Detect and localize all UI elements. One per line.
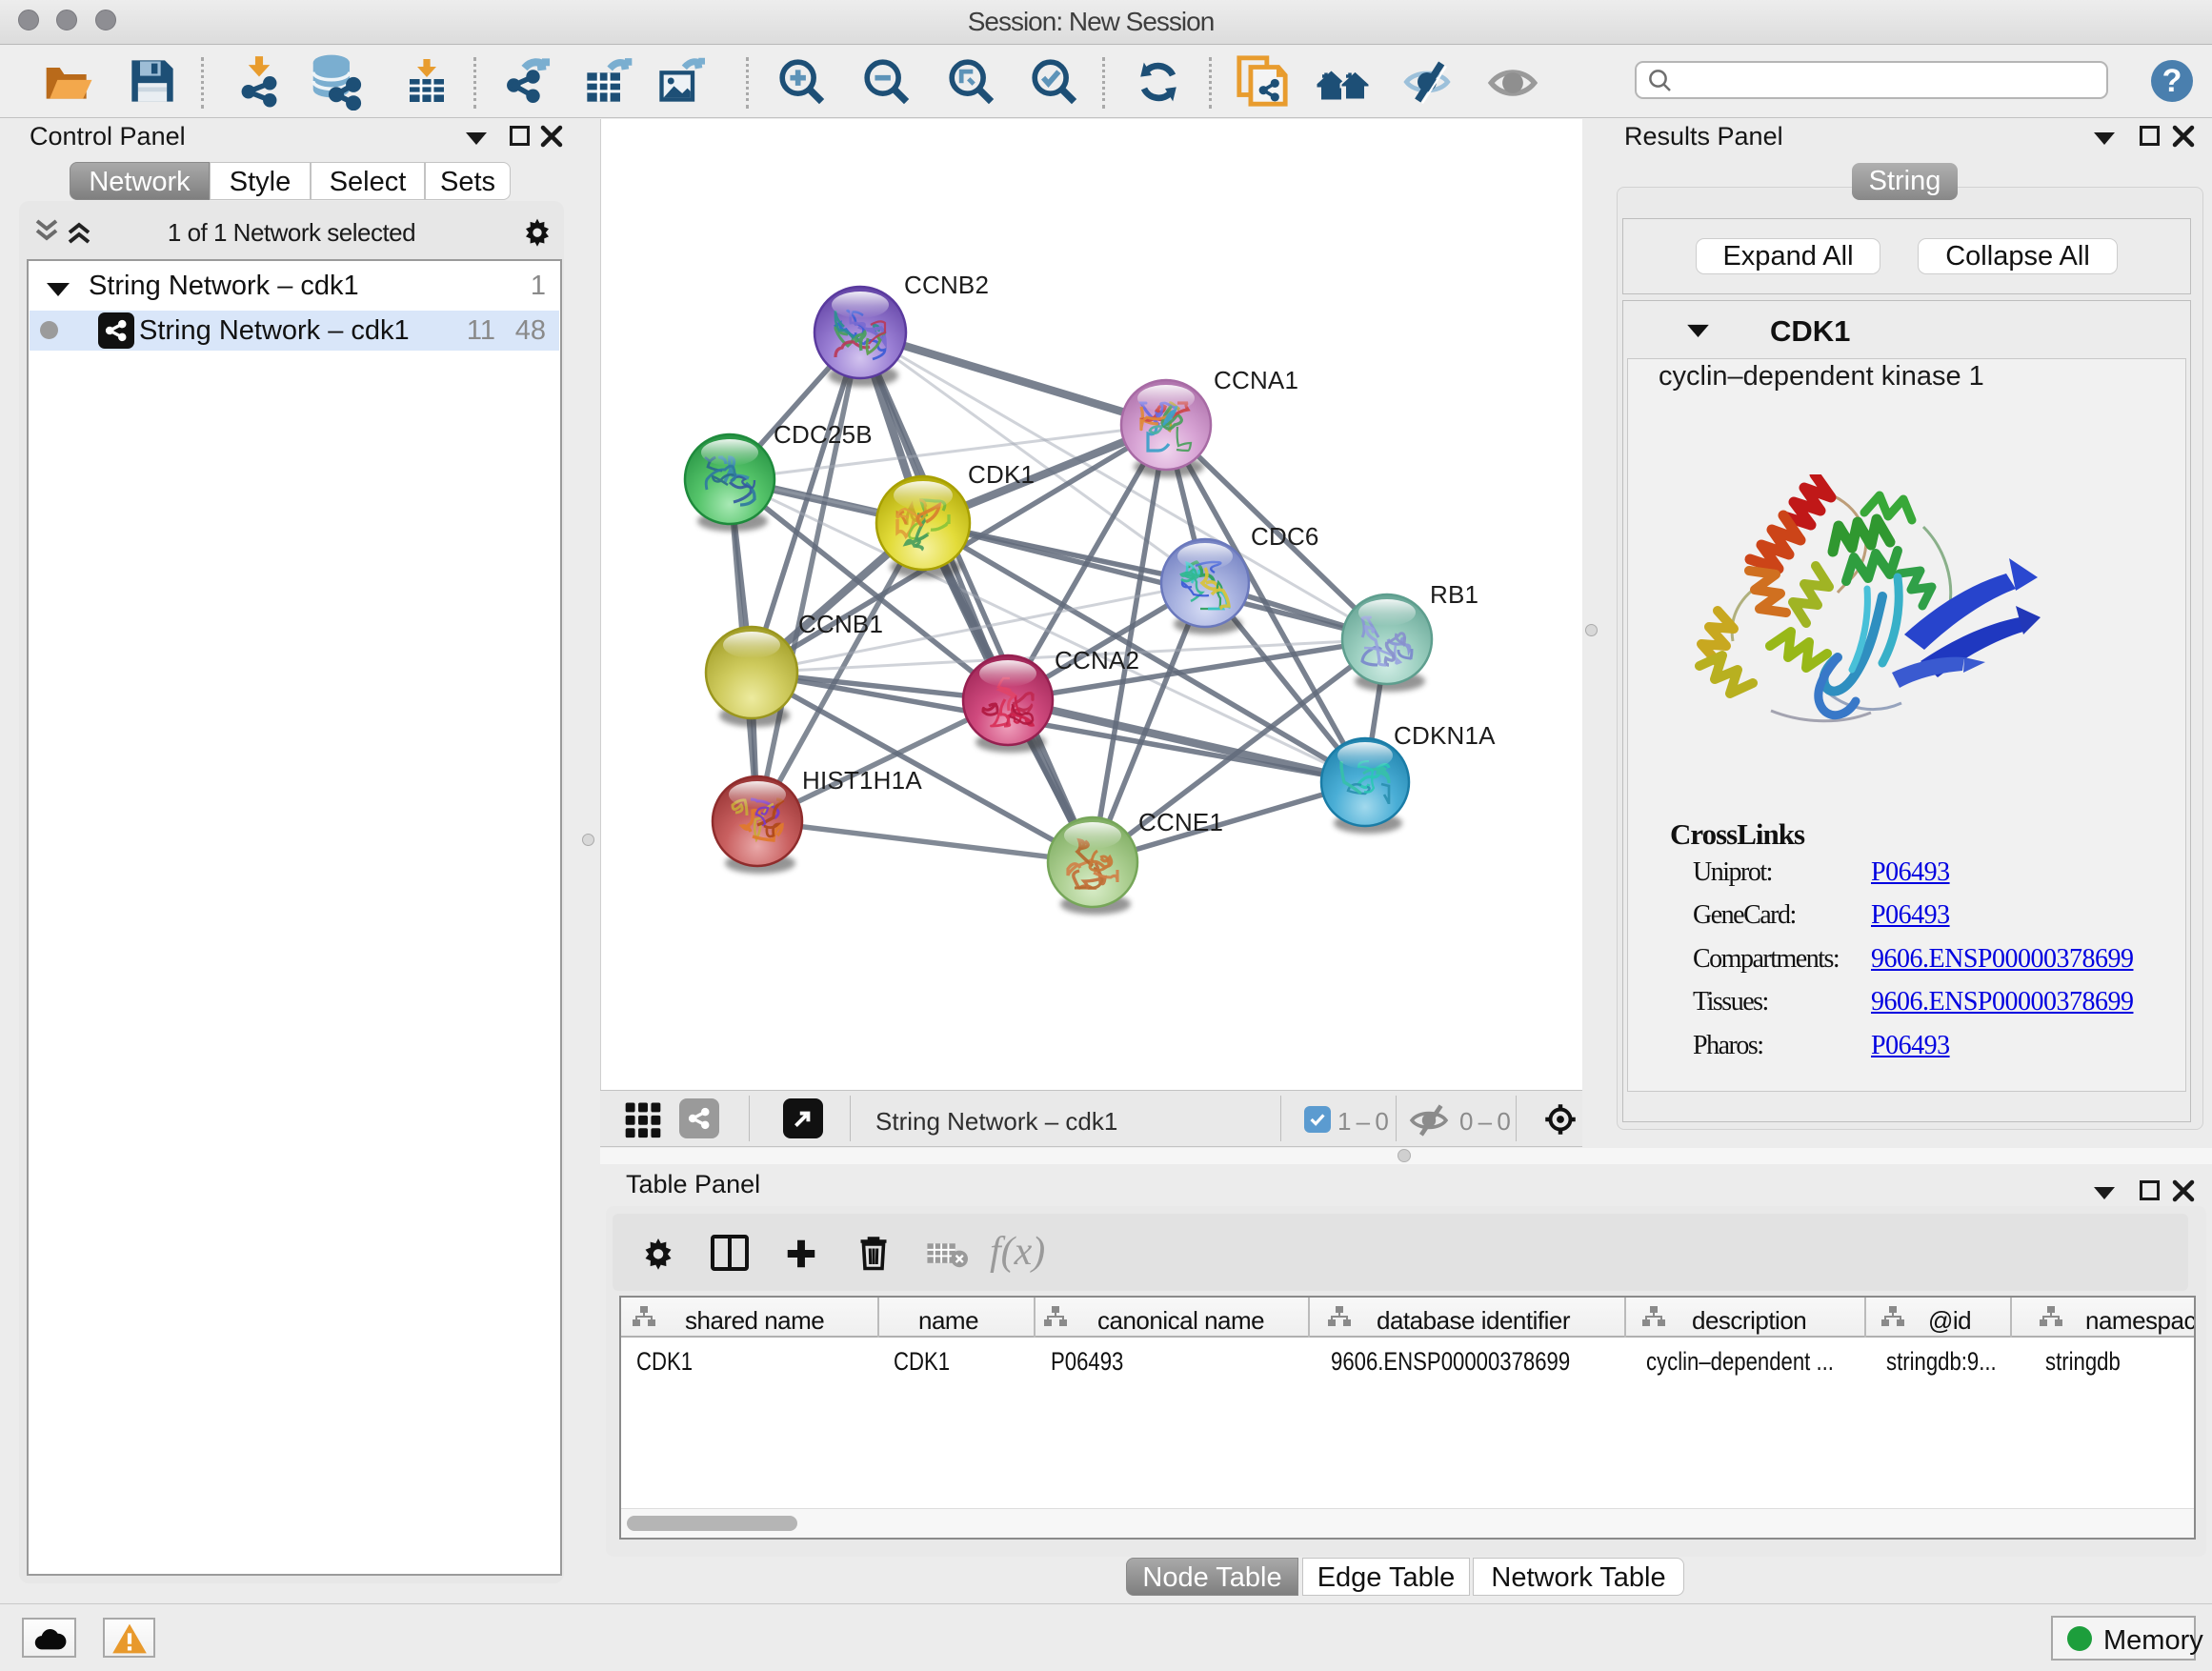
svg-text:CCNA2: CCNA2 [1055,646,1139,674]
svg-text:CCNA1: CCNA1 [1214,366,1298,394]
svg-text:CDK1: CDK1 [968,460,1035,489]
svg-text:CDC6: CDC6 [1251,522,1319,551]
svg-text:CDC25B: CDC25B [774,420,873,449]
svg-text:CCNB2: CCNB2 [904,271,989,299]
svg-text:RB1: RB1 [1430,580,1478,609]
svg-text:CDKN1A: CDKN1A [1394,721,1496,750]
svg-text:HIST1H1A: HIST1H1A [802,766,922,795]
svg-text:CCNE1: CCNE1 [1138,808,1223,836]
svg-text:CCNB1: CCNB1 [798,610,883,638]
